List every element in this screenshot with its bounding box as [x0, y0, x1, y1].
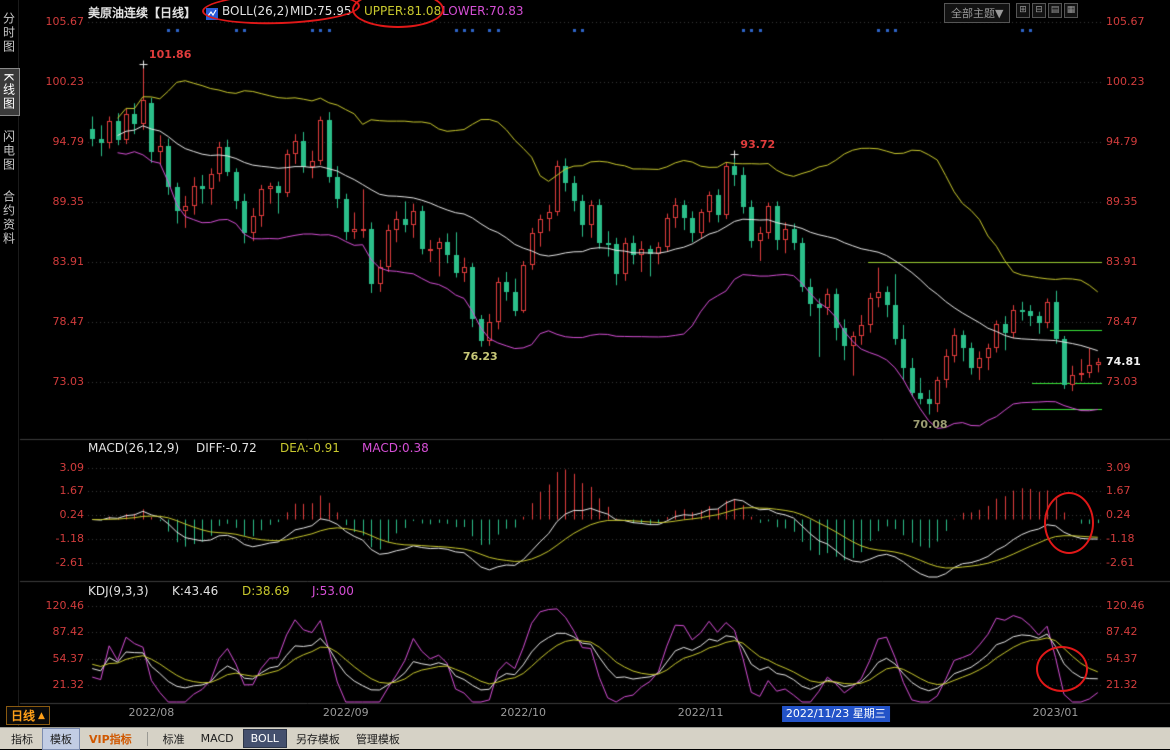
kdj-d-value: D:38.69: [242, 584, 290, 598]
toolbar-template-macd[interactable]: MACD: [194, 730, 241, 747]
price-annotation: 70.08: [913, 418, 948, 432]
y-axis-tick-label: 3.09: [1106, 461, 1131, 475]
y-axis-tick-label: 83.91: [1106, 255, 1138, 269]
macd-diff-value: DIFF:-0.72: [196, 441, 257, 455]
y-axis-tick-label: -1.18: [26, 532, 84, 546]
period-label: 日线: [11, 707, 35, 724]
window-layout-icon-2[interactable]: ⊟: [1032, 3, 1046, 18]
toolbar-tab-indicators[interactable]: 指标: [4, 729, 40, 749]
toolbar-save-template-button[interactable]: 另存模板: [289, 729, 347, 749]
window-layout-icon-3[interactable]: ▤: [1048, 3, 1062, 18]
y-axis-tick-label: 3.09: [26, 461, 84, 475]
window-layout-icon-1[interactable]: ⊞: [1016, 3, 1030, 18]
y-axis-tick-label: 83.91: [26, 255, 84, 269]
y-axis-tick-label: 21.32: [26, 678, 84, 692]
up-triangle-icon: ▲: [38, 711, 45, 721]
sidebar-item-contract-info[interactable]: 合约资料: [0, 186, 19, 250]
y-axis-tick-label: 100.23: [26, 75, 84, 89]
toolbar-manage-template-button[interactable]: 管理模板: [349, 729, 407, 749]
kdj-k-value: K:43.46: [172, 584, 218, 598]
chart-canvas[interactable]: [0, 0, 1170, 749]
y-axis-tick-label: 87.42: [1106, 625, 1138, 639]
toolbar-template-boll[interactable]: BOLL: [243, 729, 287, 748]
macd-macd-value: MACD:0.38: [362, 441, 429, 455]
y-axis-tick-label: 0.24: [1106, 508, 1131, 522]
y-axis-tick-label: 1.67: [1106, 484, 1131, 498]
toolbar-tab-templates[interactable]: 模板: [42, 728, 80, 750]
y-axis-tick-label: 120.46: [1106, 599, 1145, 613]
y-axis-tick-label: 105.67: [26, 15, 84, 29]
theme-selector-dropdown[interactable]: 全部主题▼: [944, 3, 1010, 23]
kdj-indicator-label: KDJ(9,3,3): [88, 584, 149, 598]
price-annotation: 76.23: [463, 350, 498, 364]
x-axis-tick-label: 2022/09: [323, 706, 369, 720]
sidebar-item-flash-chart[interactable]: 闪电图: [0, 126, 19, 176]
y-axis-tick-label: 73.03: [1106, 375, 1138, 389]
x-axis-tick-label: 2023/01: [1033, 706, 1079, 720]
y-axis-tick-label: 105.67: [1106, 15, 1145, 29]
y-axis-tick-label: 89.35: [1106, 195, 1138, 209]
y-axis-tick-label: 120.46: [26, 599, 84, 613]
y-axis-tick-label: 21.32: [1106, 678, 1138, 692]
sidebar-item-candlestick-chart[interactable]: K线图: [0, 68, 20, 116]
boll-lower-value: LOWER:70.83: [442, 4, 524, 18]
y-axis-tick-label: 87.42: [26, 625, 84, 639]
indicator-icon: [206, 5, 218, 17]
y-axis-tick-label: 1.67: [26, 484, 84, 498]
price-annotation: 101.86: [149, 48, 191, 62]
y-axis-tick-label: -1.18: [1106, 532, 1134, 546]
toolbar-tab-vip-indicators[interactable]: VIP指标: [82, 729, 139, 749]
price-annotation: 74.81: [1106, 355, 1141, 369]
x-axis-tick-label: 2022/11: [678, 706, 724, 720]
chart-type-sidebar: 分时图 K线图 闪电图 合约资料: [0, 0, 19, 726]
y-axis-tick-label: -2.61: [26, 556, 84, 570]
boll-indicator-label: BOLL(26,2): [222, 4, 289, 18]
y-axis-tick-label: 89.35: [26, 195, 84, 209]
y-axis-tick-label: -2.61: [1106, 556, 1134, 570]
y-axis-tick-label: 54.37: [1106, 652, 1138, 666]
y-axis-tick-label: 78.47: [1106, 315, 1138, 329]
period-selector[interactable]: 日线 ▲: [6, 706, 50, 725]
x-axis-tick-label: 2022/08: [129, 706, 175, 720]
y-axis-tick-label: 73.03: [26, 375, 84, 389]
macd-dea-value: DEA:-0.91: [280, 441, 340, 455]
boll-upper-value: UPPER:81.08: [364, 4, 441, 18]
kdj-j-value: J:53.00: [312, 584, 354, 598]
window-layout-icon-4[interactable]: ▦: [1064, 3, 1078, 18]
boll-mid-value: MID:75.95: [290, 4, 352, 18]
y-axis-tick-label: 54.37: [26, 652, 84, 666]
x-axis-tick-label: 2022/10: [500, 706, 546, 720]
y-axis-tick-label: 100.23: [1106, 75, 1145, 89]
bottom-toolbar: 指标 模板 VIP指标 标准 MACD BOLL 另存模板 管理模板: [0, 727, 1170, 749]
instrument-title: 美原油连续【日线】: [88, 4, 196, 21]
x-axis-date-highlight: 2022/11/23 星期三: [782, 706, 890, 722]
toolbar-template-standard[interactable]: 标准: [156, 729, 192, 749]
y-axis-tick-label: 94.79: [1106, 135, 1138, 149]
toolbar-separator: [147, 732, 148, 746]
y-axis-tick-label: 0.24: [26, 508, 84, 522]
sidebar-item-time-chart[interactable]: 分时图: [0, 8, 19, 58]
y-axis-tick-label: 78.47: [26, 315, 84, 329]
macd-indicator-label: MACD(26,12,9): [88, 441, 179, 455]
trading-terminal: 美原油连续【日线】 BOLL(26,2) MID:75.95 UPPER:81.…: [0, 0, 1170, 749]
price-annotation: 93.72: [740, 138, 775, 152]
y-axis-tick-label: 94.79: [26, 135, 84, 149]
